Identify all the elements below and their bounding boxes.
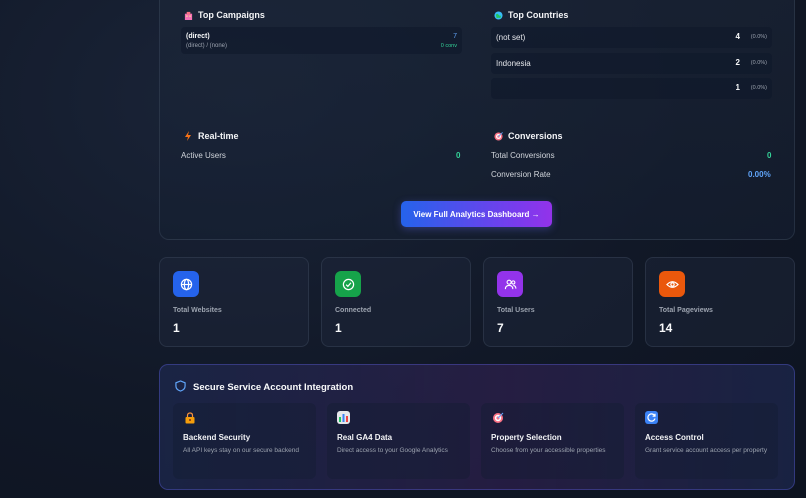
active-users-value: 0 (456, 151, 461, 160)
country-row[interactable]: (not set) 4 (0.0%) (491, 27, 772, 48)
stat-value: 7 (497, 321, 504, 335)
campaign-source: (direct) / (none) (186, 43, 228, 49)
stat-label: Connected (335, 307, 372, 314)
realtime-heading: Real-time (183, 131, 239, 141)
refresh-icon (645, 411, 658, 424)
top-countries-title: Top Countries (508, 10, 569, 20)
total-conversions-value: 0 (767, 151, 772, 160)
total-conversions-label: Total Conversions (491, 151, 555, 160)
country-percent: (0.0%) (750, 34, 767, 40)
feature-title: Property Selection (491, 433, 562, 442)
feature-backend-security: Backend Security All API keys stay on ou… (173, 403, 316, 479)
users-icon (497, 271, 523, 297)
feature-title: Backend Security (183, 433, 251, 442)
building-icon (183, 11, 193, 20)
country-row[interactable]: 1 (0.0%) (491, 78, 772, 99)
stat-label: Total Users (497, 307, 535, 314)
conversions-heading: Conversions (493, 131, 563, 141)
feature-property-selection: Property Selection Choose from your acce… (481, 403, 624, 479)
feature-description: Choose from your accessible properties (491, 447, 606, 454)
top-countries-heading: Top Countries (493, 10, 568, 20)
realtime-title: Real-time (198, 131, 239, 141)
stat-card-pageviews[interactable]: Total Pageviews 14 (645, 257, 795, 347)
conversions-title: Conversions (508, 131, 563, 141)
lightning-icon (183, 131, 193, 141)
check-circle-icon (335, 271, 361, 297)
top-campaigns-title: Top Campaigns (198, 10, 265, 20)
campaign-name: (direct) (186, 33, 210, 40)
feature-title: Access Control (645, 433, 704, 442)
view-dashboard-button[interactable]: View Full Analytics Dashboard → (401, 201, 552, 227)
campaign-row[interactable]: (direct) (direct) / (none) 7 0 conv (181, 27, 462, 54)
stat-card-connected[interactable]: Connected 1 (321, 257, 471, 347)
campaign-conversions: 0 conv (440, 43, 457, 49)
country-value: 2 (735, 58, 740, 67)
feature-access-control: Access Control Grant service account acc… (635, 403, 778, 479)
target-icon (493, 131, 503, 141)
country-name: Indonesia (496, 59, 531, 68)
country-percent: (0.0%) (750, 60, 767, 66)
feature-description: Direct access to your Google Analytics (337, 447, 448, 454)
feature-real-ga4-data: Real GA4 Data Direct access to your Goog… (327, 403, 470, 479)
stat-card-websites[interactable]: Total Websites 1 (159, 257, 309, 347)
feature-description: Grant service account access per propert… (645, 447, 768, 454)
stat-value: 14 (659, 321, 673, 335)
campaign-value: 7 (453, 33, 457, 40)
country-row[interactable]: Indonesia 2 (0.0%) (491, 53, 772, 74)
secure-integration-title: Secure Service Account Integration (193, 382, 354, 393)
active-users-label: Active Users (181, 151, 226, 160)
top-campaigns-heading: Top Campaigns (183, 10, 265, 20)
stat-value: 1 (335, 321, 342, 335)
feature-title: Real GA4 Data (337, 433, 393, 442)
country-name: (not set) (496, 33, 526, 42)
country-value: 4 (735, 32, 740, 41)
target-icon (491, 411, 504, 424)
stat-card-users[interactable]: Total Users 7 (483, 257, 633, 347)
globe-icon (173, 271, 199, 297)
eye-icon (659, 271, 685, 297)
country-percent: (0.0%) (750, 85, 767, 91)
conversion-rate-value: 0.00% (748, 170, 771, 179)
feature-description: All API keys stay on our secure backend (183, 447, 299, 454)
stat-value: 1 (173, 321, 180, 335)
bar-chart-icon (337, 411, 350, 424)
lock-icon (183, 411, 196, 424)
country-value: 1 (735, 83, 740, 92)
stat-label: Total Pageviews (659, 307, 713, 314)
stat-label: Total Websites (173, 307, 222, 314)
globe-icon (493, 10, 503, 20)
secure-integration-card: Secure Service Account Integration Backe… (159, 364, 795, 490)
secure-integration-heading: Secure Service Account Integration (175, 380, 353, 395)
shield-icon (175, 380, 186, 395)
conversion-rate-label: Conversion Rate (491, 170, 551, 179)
